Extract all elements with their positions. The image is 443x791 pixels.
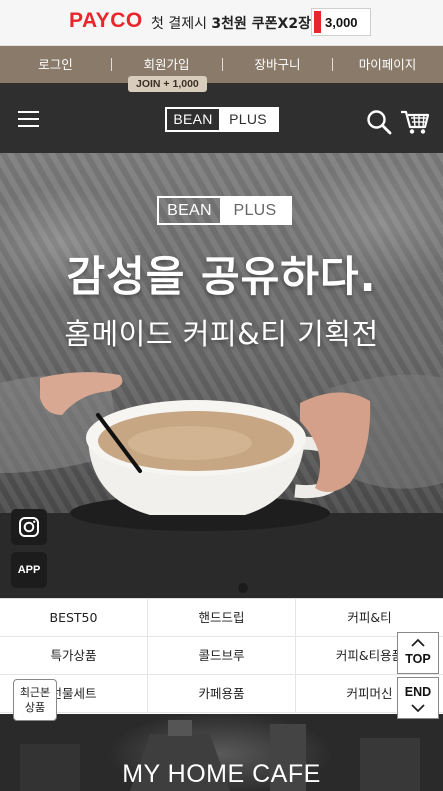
chevron-up-icon [411,638,425,647]
recent-label-line2: 상품 [24,701,46,714]
category-cafe-supplies[interactable]: 카페용품 [148,675,296,713]
hero-title: 감성을 공유하다. [66,252,377,301]
slider-dot-active[interactable] [238,583,248,593]
site-header: BEAN PLUS [0,83,443,153]
app-download-button[interactable]: APP [11,552,47,588]
nav-cart-link[interactable]: 장바구니 [222,46,333,83]
scroll-top-label: TOP [405,652,431,666]
hero-logo-bean: BEAN [167,202,212,219]
recently-viewed-button[interactable]: 최근본 상품 [13,679,57,721]
nav-mypage-link[interactable]: 마이페이지 [332,46,443,83]
hero-banner[interactable]: BEAN PLUS 감성을 공유하다. 홈메이드 커피&티 기획전 APP [0,153,443,598]
top-nav: 로그인 회원가입 장바구니 마이페이지 [0,46,443,83]
coupon-value: 3,000 [325,15,358,30]
payco-logo: PAYCO [69,9,143,32]
bottom-banner-title: MY HOME CAFE [122,760,321,788]
nav-login-link[interactable]: 로그인 [0,46,111,83]
search-icon[interactable] [366,109,392,135]
hero-logo: BEAN PLUS [157,196,292,225]
promo-text-lead: 첫 결제시 [151,16,212,32]
category-best50[interactable]: BEST50 [0,599,148,637]
coupon-image: 3,000 [311,8,371,36]
scroll-end-button[interactable]: END [397,677,439,719]
recent-label-line1: 최근본 [19,686,51,699]
scroll-top-button[interactable]: TOP [397,632,439,674]
scroll-end-label: END [404,685,432,699]
hero-logo-plus: PLUS [220,198,290,223]
category-hand-drip[interactable]: 핸드드립 [148,599,296,637]
payco-promo-banner[interactable]: PAYCO 첫 결제시 3천원 쿠폰X2장 3,000 [0,0,443,46]
hero-subtitle: 홈메이드 커피&티 기획전 [64,317,379,351]
promo-text: 첫 결제시 3천원 쿠폰X2장 [151,13,311,33]
category-special-deals[interactable]: 특가상품 [0,637,148,675]
site-logo[interactable]: BEAN PLUS [165,107,279,132]
cart-icon[interactable] [400,109,430,135]
logo-text-plus: PLUS [219,109,277,130]
hamburger-icon[interactable] [18,111,39,127]
join-bonus-badge: JOIN + 1,000 [128,76,207,92]
category-cold-brew[interactable]: 콜드브루 [148,637,296,675]
promo-text-bold: 3천원 쿠폰X2장 [211,16,311,32]
instagram-icon[interactable] [11,509,47,545]
chevron-down-icon [411,704,425,713]
coupon-strip [314,11,321,33]
logo-text-bean: BEAN [173,111,213,127]
category-grid: BEST50 핸드드립 커피&티 특가상품 콜드브루 커피&티용품 선물세트 카… [0,598,443,714]
my-home-cafe-banner[interactable]: MY HOME CAFE [0,714,443,791]
